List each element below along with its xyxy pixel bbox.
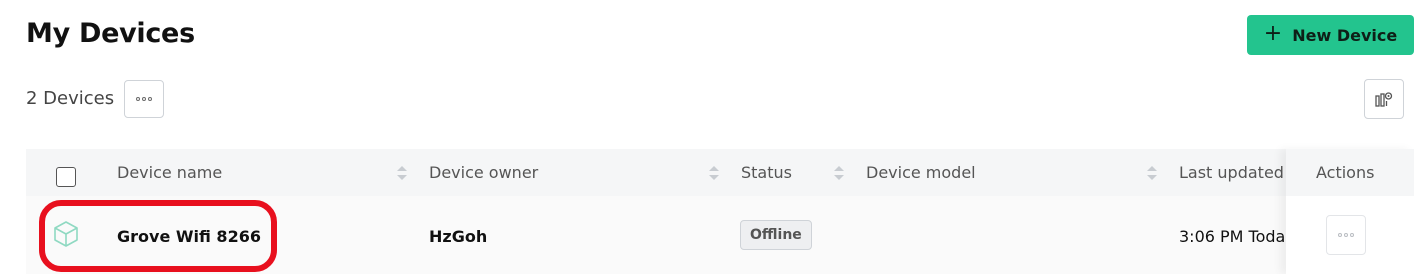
- column-settings-icon: [1375, 92, 1393, 107]
- actions-column: Actions: [1286, 149, 1414, 274]
- column-header-device-model[interactable]: Device model: [866, 163, 976, 182]
- new-device-label: New Device: [1292, 25, 1398, 45]
- actions-header: Actions: [1286, 149, 1414, 196]
- column-header-device-name[interactable]: Device name: [117, 163, 222, 182]
- column-settings-button[interactable]: [1364, 79, 1404, 119]
- last-updated: 3:06 PM Today: [1179, 227, 1285, 246]
- plus-icon: +: [1263, 21, 1283, 46]
- sort-icon[interactable]: [397, 164, 407, 182]
- row-actions-button[interactable]: [1326, 215, 1366, 255]
- page-title: My Devices: [26, 18, 195, 49]
- device-count: 2 Devices: [26, 88, 115, 109]
- new-device-button[interactable]: + New Device: [1247, 15, 1414, 55]
- more-horizontal-icon: [1338, 233, 1354, 237]
- highlight-annotation: [39, 200, 277, 272]
- more-horizontal-icon: [136, 97, 152, 101]
- column-header-actions: Actions: [1316, 163, 1375, 182]
- column-header-status[interactable]: Status: [741, 163, 792, 182]
- status-badge: Offline: [740, 220, 812, 250]
- sort-icon[interactable]: [1147, 164, 1157, 182]
- bulk-actions-button[interactable]: [124, 80, 164, 118]
- device-owner: HzGoh: [429, 227, 488, 246]
- sort-icon[interactable]: [834, 164, 844, 182]
- sort-icon[interactable]: [709, 164, 719, 182]
- column-header-device-owner[interactable]: Device owner: [429, 163, 538, 182]
- column-header-last-updated[interactable]: Last updated: [1179, 163, 1284, 182]
- select-all-checkbox[interactable]: [56, 167, 76, 187]
